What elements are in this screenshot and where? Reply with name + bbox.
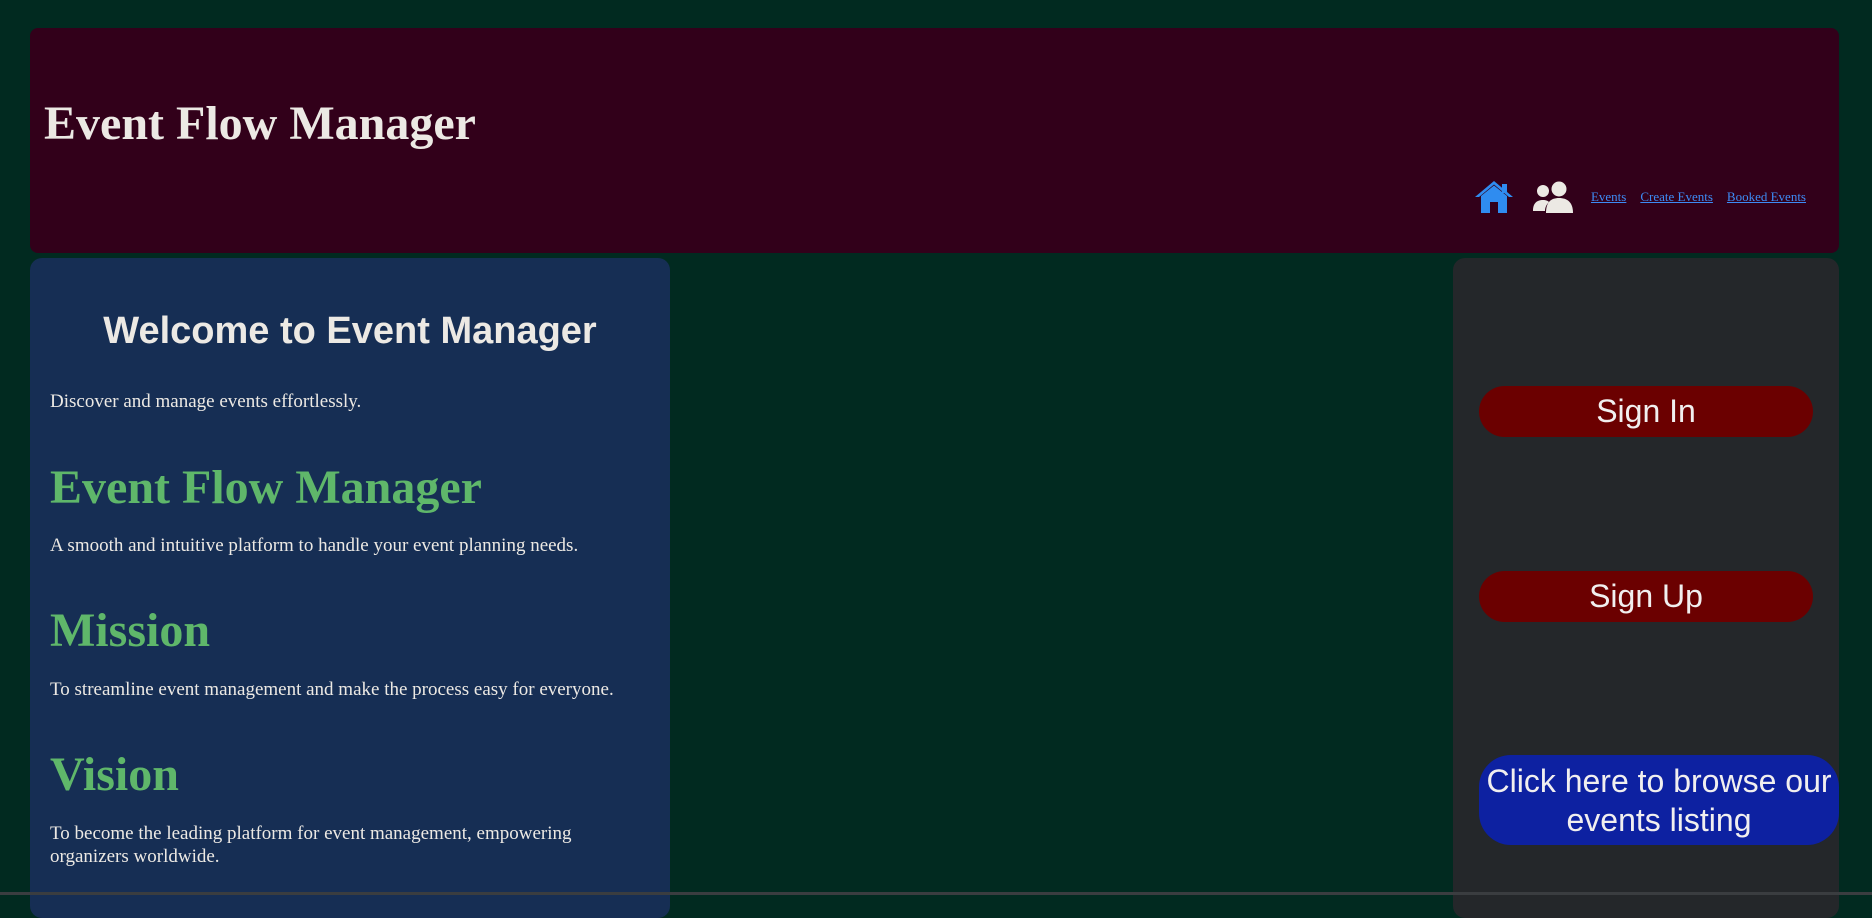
- sign-in-button[interactable]: Sign In: [1479, 386, 1813, 437]
- browse-events-button[interactable]: Click here to browse our events listing: [1479, 755, 1839, 845]
- main-nav: Events Create Events Booked Events: [1474, 180, 1806, 214]
- users-icon[interactable]: [1532, 180, 1574, 214]
- info-panel: [30, 258, 670, 918]
- header: Event Flow Manager Events Create Events …: [30, 28, 1839, 253]
- mission-heading: Mission: [50, 604, 211, 657]
- welcome-title: Welcome to Event Manager: [103, 310, 597, 352]
- about-heading: Event Flow Manager: [50, 461, 482, 514]
- site-title: Event Flow Manager: [44, 97, 476, 150]
- nav-link-create-events[interactable]: Create Events: [1640, 189, 1713, 205]
- home-icon[interactable]: [1474, 180, 1514, 214]
- vision-heading: Vision: [50, 748, 179, 801]
- mission-text: To streamline event management and make …: [50, 679, 614, 700]
- vision-text: To become the leading platform for event…: [50, 823, 572, 867]
- welcome-text: Discover and manage events effortlessly.: [50, 391, 362, 412]
- about-text: A smooth and intuitive platform to handl…: [50, 535, 579, 556]
- sign-up-button[interactable]: Sign Up: [1479, 571, 1813, 622]
- nav-link-booked-events[interactable]: Booked Events: [1727, 189, 1806, 205]
- nav-link-events[interactable]: Events: [1591, 189, 1626, 205]
